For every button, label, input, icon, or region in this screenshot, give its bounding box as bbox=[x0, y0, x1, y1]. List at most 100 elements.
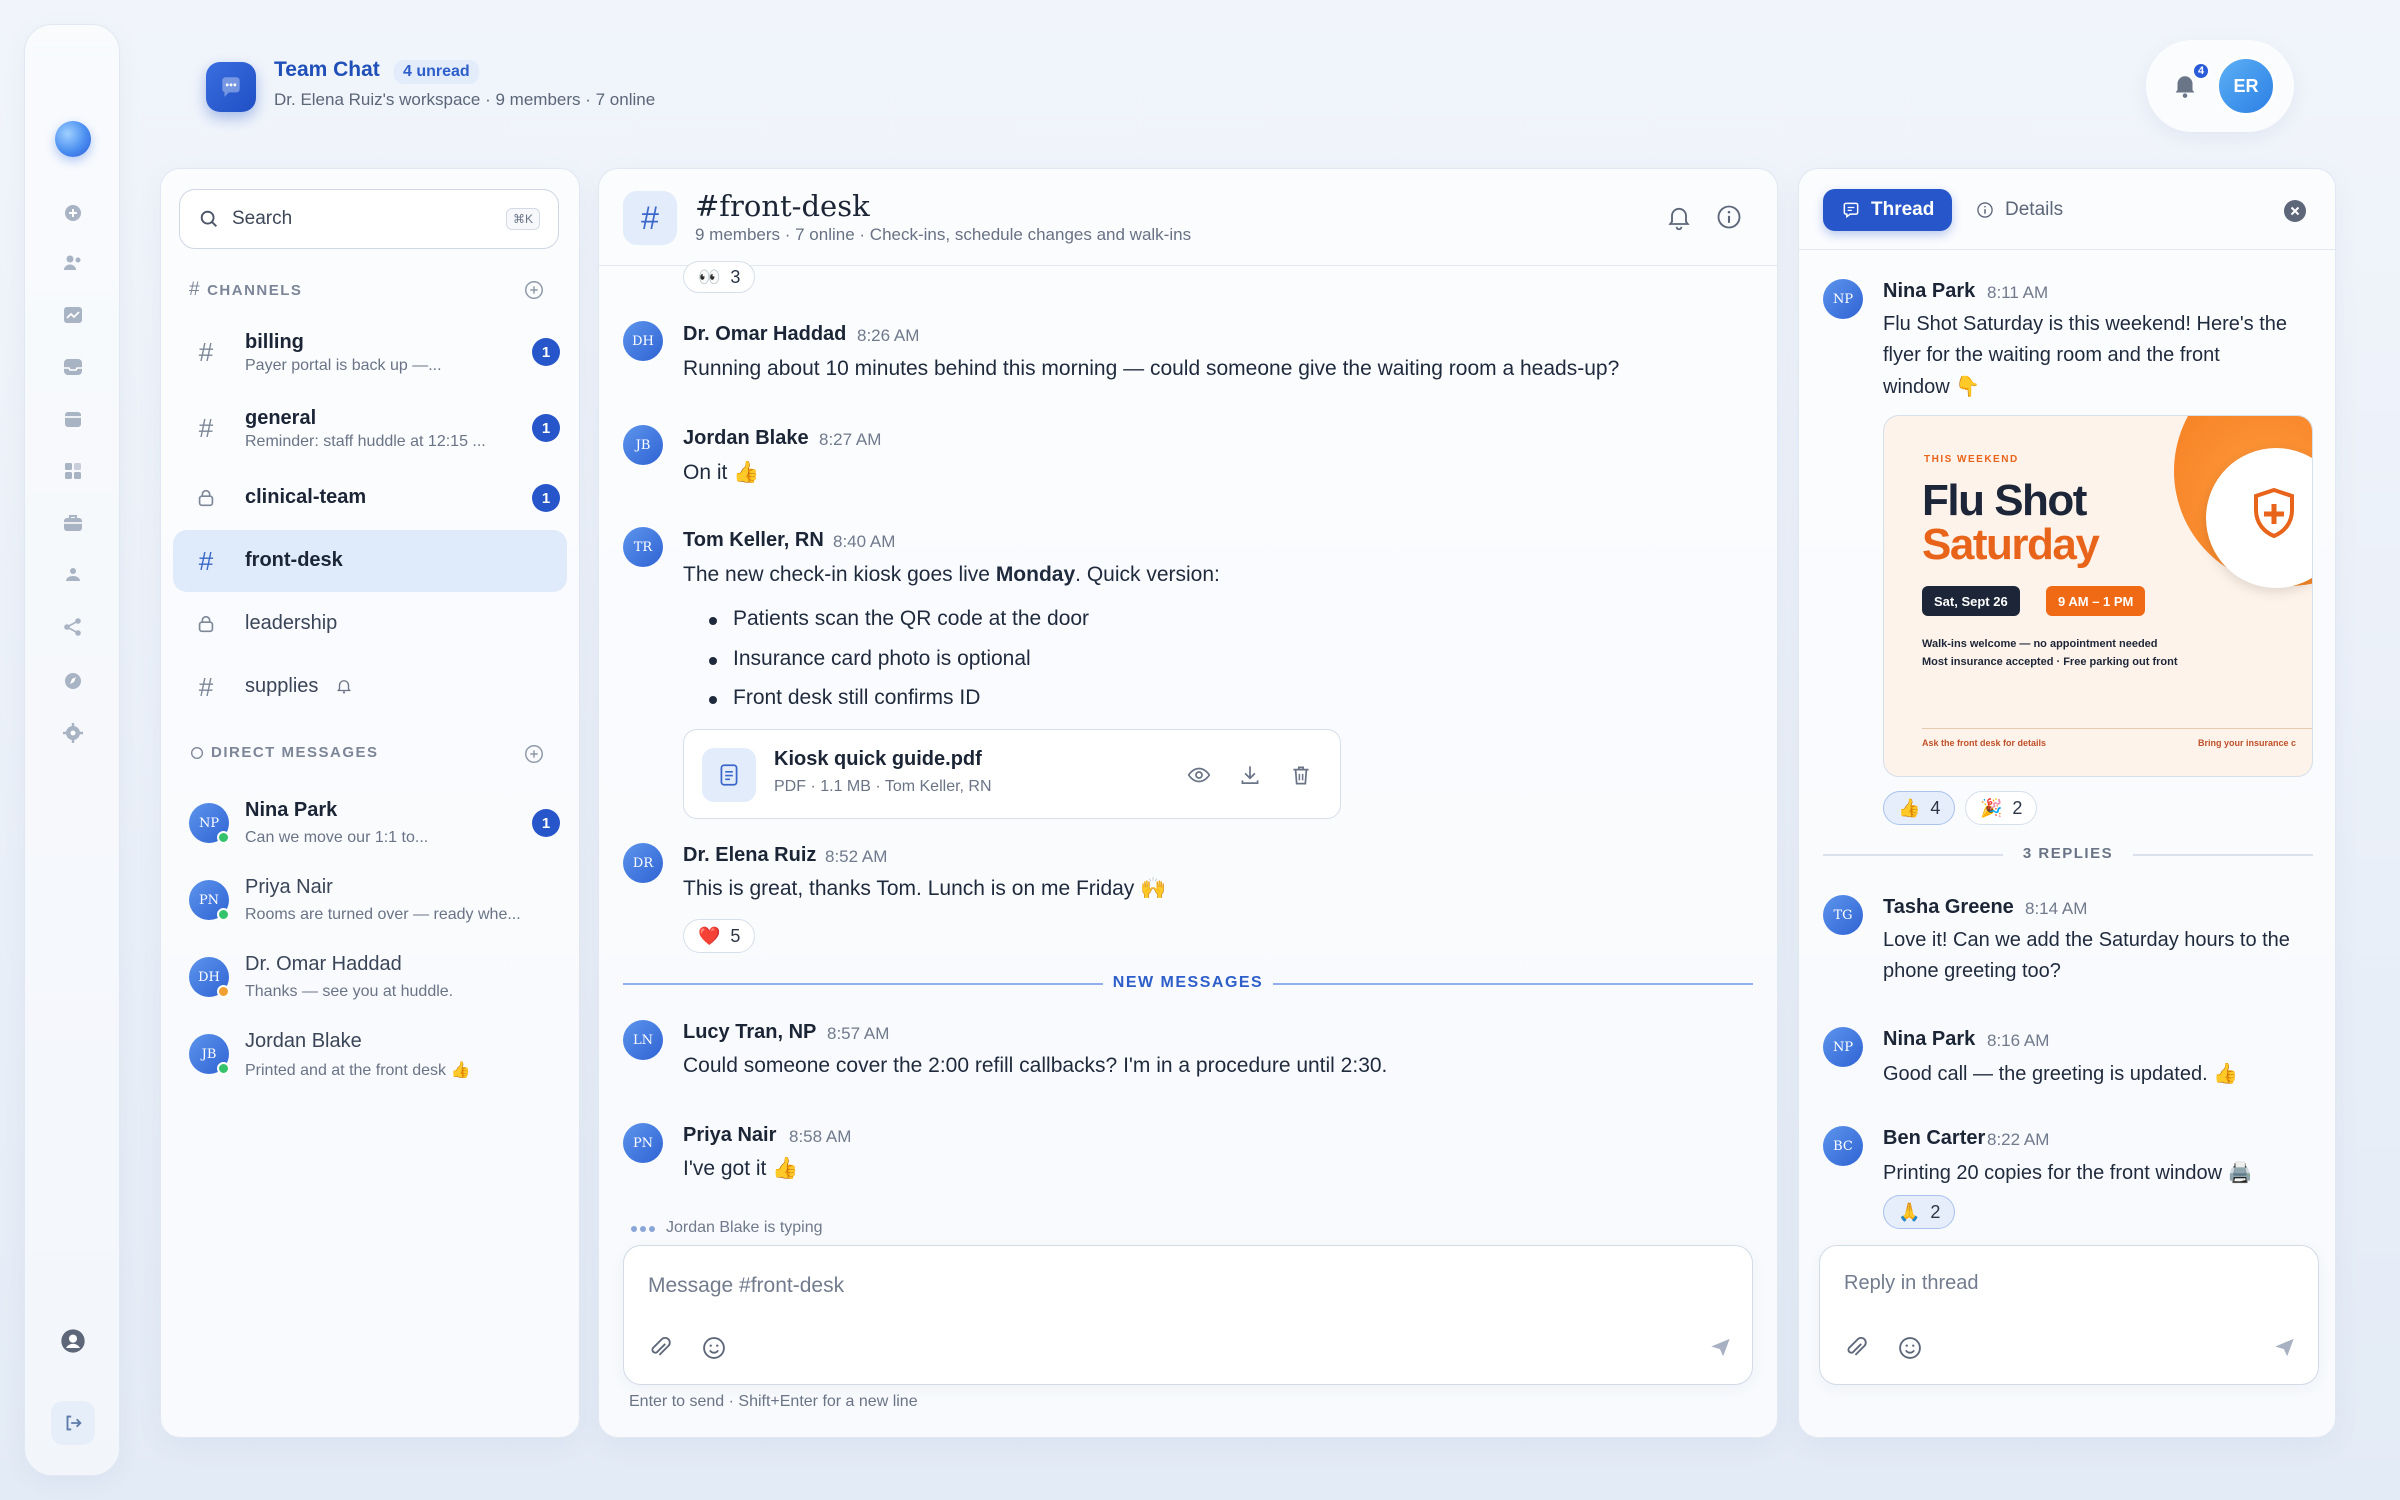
message-author[interactable]: Nina Park bbox=[1883, 280, 1975, 303]
workspace-orb-icon[interactable] bbox=[55, 121, 91, 157]
reaction-emoji: 👀 bbox=[698, 266, 721, 287]
message-time: 8:27 AM bbox=[819, 430, 882, 449]
compass-icon[interactable] bbox=[61, 669, 85, 693]
add-channel-icon[interactable] bbox=[523, 279, 545, 301]
apps-icon[interactable] bbox=[61, 459, 85, 483]
reaction-emoji: 🎉 bbox=[1980, 797, 2003, 818]
dm-item-jordan-blake[interactable]: JB Jordan Blake Printed and at the front… bbox=[173, 1020, 567, 1088]
dm-label: DIRECT MESSAGES bbox=[211, 744, 379, 761]
share-icon[interactable] bbox=[61, 615, 85, 639]
dm-preview: Rooms are turned over — ready whe... bbox=[245, 906, 521, 923]
dm-item-omar-haddad[interactable]: DH Dr. Omar Haddad Thanks — see you at h… bbox=[173, 943, 567, 1011]
message-text: On it 👍 bbox=[683, 461, 760, 484]
channel-item-leadership[interactable]: leadership bbox=[173, 593, 567, 655]
message-author[interactable]: Tom Keller, RN bbox=[683, 529, 824, 552]
chat-bubble-icon bbox=[191, 746, 203, 759]
dm-preview: Printed and at the front desk 👍 bbox=[245, 1062, 471, 1079]
channel-title: #front-desk bbox=[695, 189, 870, 223]
inbox-icon[interactable] bbox=[61, 355, 85, 379]
logout-button[interactable] bbox=[51, 1401, 95, 1445]
channel-subtitle: 9 members · 7 online · Check-ins, schedu… bbox=[695, 225, 1192, 244]
composer-hint: Enter to send · Shift+Enter for a new li… bbox=[629, 1393, 918, 1410]
message-text: The new check-in kiosk goes live Monday.… bbox=[683, 563, 1220, 586]
profile-icon[interactable] bbox=[59, 1327, 87, 1355]
emoji-icon[interactable] bbox=[700, 1334, 728, 1362]
message-time: 8:58 AM bbox=[789, 1127, 852, 1146]
list-item: Front desk still confirms ID bbox=[708, 686, 981, 709]
add-dm-icon[interactable] bbox=[523, 743, 545, 765]
team-icon[interactable] bbox=[61, 563, 85, 587]
channel-hash-icon: # bbox=[623, 191, 677, 245]
user-avatar[interactable]: ER bbox=[2216, 56, 2276, 116]
reaction-chip[interactable]: 👍 4 bbox=[1883, 791, 1956, 825]
channel-item-supplies[interactable]: # supplies bbox=[173, 656, 567, 718]
search-shortcut: ⌘K bbox=[505, 208, 540, 230]
info-icon[interactable] bbox=[1715, 203, 1743, 231]
channel-bell-icon[interactable] bbox=[1665, 203, 1693, 231]
hash-icon: # bbox=[198, 413, 214, 443]
chart-icon[interactable] bbox=[61, 303, 85, 327]
dm-item-priya-nair[interactable]: PN Priya Nair Rooms are turned over — re… bbox=[173, 866, 567, 934]
message-text-line: Love it! Can we add the Saturday hours t… bbox=[1883, 929, 2290, 951]
app-title: Team Chat bbox=[274, 58, 380, 81]
message-author[interactable]: Jordan Blake bbox=[683, 427, 809, 450]
message-text-line: Good call — the greeting is updated. 👍 bbox=[1883, 1063, 2239, 1085]
reaction-chip[interactable]: 👀 3 bbox=[683, 261, 756, 293]
preview-eye-icon[interactable] bbox=[1186, 762, 1212, 788]
channel-item-general[interactable]: # general Reminder: staff huddle at 12:1… bbox=[173, 397, 567, 459]
avatar: DH bbox=[623, 321, 663, 361]
download-icon[interactable] bbox=[1237, 762, 1263, 788]
dm-name: Dr. Omar Haddad bbox=[245, 953, 402, 975]
dm-preview: Can we move our 1:1 to... bbox=[245, 829, 429, 846]
plus-icon[interactable] bbox=[61, 201, 85, 225]
flyer-image[interactable]: THIS WEEKEND Flu Shot Saturday Sat, Sept… bbox=[1883, 415, 2313, 777]
workspace-subtitle: Dr. Elena Ruiz's workspace · 9 members ·… bbox=[274, 90, 656, 109]
trash-icon[interactable] bbox=[1288, 762, 1314, 788]
unread-count-badge: 1 bbox=[532, 338, 560, 366]
message-time: 8:11 AM bbox=[1987, 283, 2049, 302]
reaction-chip[interactable]: 🙏 2 bbox=[1883, 1195, 1956, 1229]
channel-item-front-desk[interactable]: # front-desk bbox=[173, 530, 567, 592]
new-messages-label: NEW MESSAGES bbox=[1112, 974, 1264, 991]
message-author[interactable]: Nina Park bbox=[1883, 1028, 1975, 1051]
reaction-chip[interactable]: 🎉 2 bbox=[1965, 791, 2038, 825]
message-author[interactable]: Tasha Greene bbox=[1883, 896, 2014, 919]
channel-item-clinical-team[interactable]: clinical-team 1 bbox=[173, 467, 567, 529]
channel-name: front-desk bbox=[245, 549, 343, 571]
briefcase-icon[interactable] bbox=[61, 511, 85, 535]
send-icon[interactable] bbox=[2272, 1334, 2300, 1362]
file-attachment[interactable]: Kiosk quick guide.pdf PDF · 1.1 MB · Tom… bbox=[683, 729, 1341, 819]
list-item: Insurance card photo is optional bbox=[709, 647, 1031, 670]
search-input[interactable]: Search ⌘K bbox=[179, 189, 559, 249]
message-text-line: Printing 20 copies for the front window … bbox=[1883, 1162, 2253, 1184]
thread-reply-composer[interactable]: Reply in thread bbox=[1819, 1245, 2319, 1385]
paperclip-icon[interactable] bbox=[646, 1334, 674, 1362]
reaction-count: 2 bbox=[2012, 797, 2023, 818]
app-logo-icon bbox=[206, 62, 256, 112]
channel-item-billing[interactable]: # billing Payer portal is back up —... 1 bbox=[173, 321, 567, 383]
reaction-chip[interactable]: ❤️ 5 bbox=[683, 919, 756, 953]
dm-item-nina-park[interactable]: NP Nina Park Can we move our 1:1 to... 1 bbox=[173, 789, 567, 857]
avatar: JB bbox=[623, 425, 663, 465]
flyer-footer-right: Bring your insurance c bbox=[2198, 738, 2297, 748]
settings-icon[interactable] bbox=[61, 721, 85, 745]
message-author[interactable]: Dr. Omar Haddad bbox=[683, 323, 846, 346]
paperclip-icon[interactable] bbox=[1842, 1334, 1870, 1362]
close-icon[interactable] bbox=[2283, 199, 2307, 223]
message-author[interactable]: Dr. Elena Ruiz bbox=[683, 844, 816, 867]
tab-thread[interactable]: Thread bbox=[1823, 189, 1953, 231]
message-author[interactable]: Priya Nair bbox=[683, 1124, 776, 1147]
thread-panel: Thread Details NP Nina Park 8:11 AM Flu … bbox=[1798, 168, 2336, 1438]
avatar: LN bbox=[623, 1020, 663, 1060]
users-icon[interactable] bbox=[61, 251, 85, 275]
user-controls: 4 ER bbox=[2146, 40, 2294, 132]
calendar-icon[interactable] bbox=[61, 407, 85, 431]
message-author[interactable]: Lucy Tran, NP bbox=[683, 1021, 816, 1044]
emoji-icon[interactable] bbox=[1896, 1334, 1924, 1362]
message-composer[interactable]: Message #front-desk bbox=[623, 1245, 1753, 1385]
message-author[interactable]: Ben Carter bbox=[1883, 1127, 1985, 1150]
file-name: Kiosk quick guide.pdf bbox=[774, 748, 982, 770]
tab-details[interactable]: Details bbox=[1975, 189, 2063, 231]
send-icon[interactable] bbox=[1708, 1334, 1736, 1362]
status-online-dot bbox=[217, 908, 230, 921]
